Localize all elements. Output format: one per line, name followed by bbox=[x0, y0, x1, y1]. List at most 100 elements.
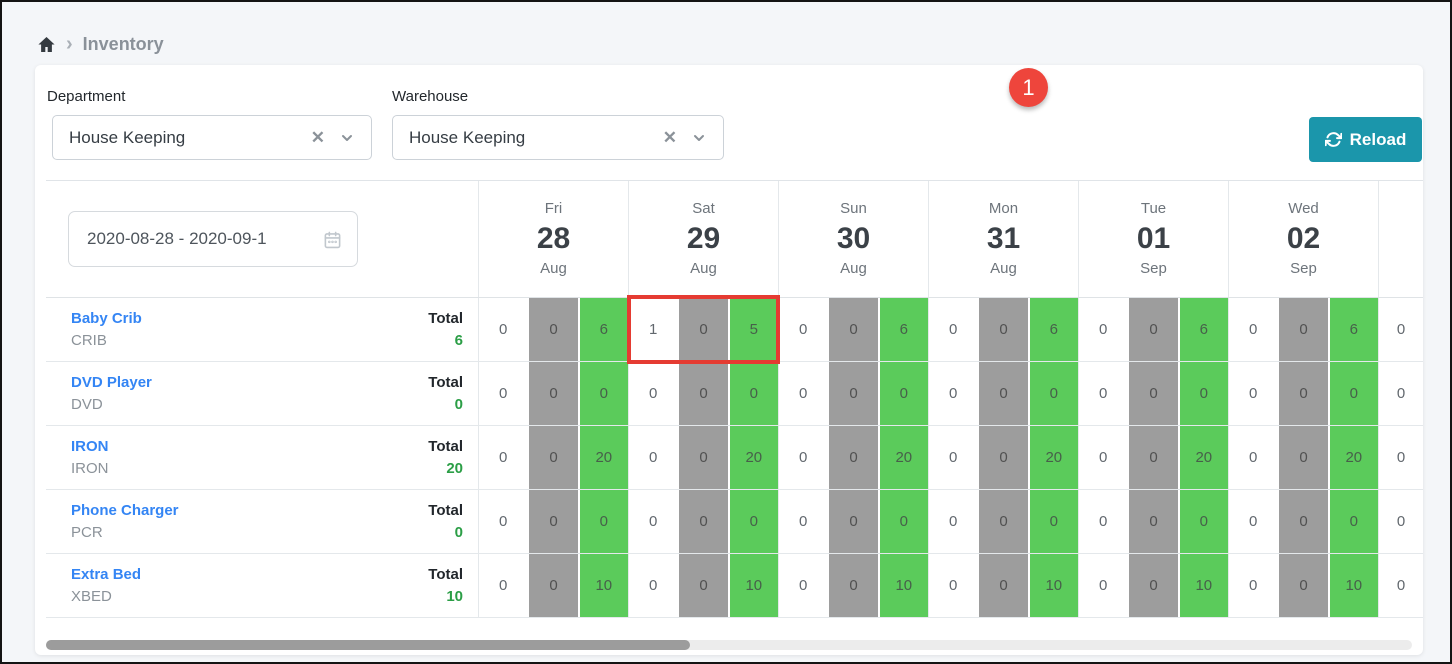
day-cell-group: 000 bbox=[629, 490, 779, 553]
horizontal-scrollbar-track[interactable] bbox=[46, 640, 1412, 650]
overflow-cell: 0 bbox=[1379, 362, 1423, 425]
horizontal-scrollbar-thumb[interactable] bbox=[46, 640, 690, 650]
day-cell-group: 0010 bbox=[1229, 554, 1379, 617]
day-header-month: Sep bbox=[1140, 258, 1167, 281]
clear-icon[interactable]: ✕ bbox=[649, 128, 691, 148]
day-cell-group: 0020 bbox=[929, 426, 1079, 489]
calendar-icon[interactable] bbox=[323, 230, 357, 249]
product-link[interactable]: Phone Charger bbox=[71, 502, 179, 519]
reload-button-label: Reload bbox=[1350, 130, 1407, 150]
breadcrumb-current: Inventory bbox=[83, 34, 164, 55]
warehouse-select[interactable]: House Keeping ✕ bbox=[392, 115, 724, 160]
inventory-cell-gray: 0 bbox=[827, 298, 877, 361]
day-header-number: 02 bbox=[1287, 220, 1320, 258]
chevron-down-icon[interactable] bbox=[339, 130, 371, 146]
inventory-cell: 0 bbox=[1079, 362, 1127, 425]
inventory-cell: 0 bbox=[1079, 426, 1127, 489]
product-total-block: Total0 bbox=[428, 502, 463, 541]
inventory-cell-gray: 0 bbox=[527, 426, 577, 489]
day-header-number: 01 bbox=[1137, 220, 1170, 258]
inventory-cell-green: 10 bbox=[1328, 554, 1378, 617]
product-cell: Phone ChargerPCRTotal0 bbox=[46, 490, 479, 553]
day-header-number: 29 bbox=[687, 220, 720, 258]
day-header: Tue01Sep bbox=[1079, 181, 1229, 297]
day-cell-group: 0010 bbox=[779, 554, 929, 617]
inventory-cell: 0 bbox=[929, 362, 977, 425]
inventory-cell: 0 bbox=[479, 426, 527, 489]
inventory-cell-green: 0 bbox=[1178, 362, 1228, 425]
inventory-cell-green: 20 bbox=[1178, 426, 1228, 489]
day-cell-group: 006 bbox=[1229, 298, 1379, 361]
inventory-cell: 0 bbox=[929, 298, 977, 361]
inventory-cell: 0 bbox=[479, 298, 527, 361]
inventory-cell-green: 6 bbox=[578, 298, 628, 361]
inventory-cell-green: 6 bbox=[1028, 298, 1078, 361]
table-row: DVD PlayerDVDTotal00000000000000000000 bbox=[46, 362, 1423, 426]
day-cell-group: 0010 bbox=[929, 554, 1079, 617]
day-cell-group: 105 bbox=[629, 298, 779, 361]
total-label: Total bbox=[428, 502, 463, 519]
inventory-cell-green: 6 bbox=[1178, 298, 1228, 361]
table-header-row: 2020-08-28 - 2020-09-1 Fri28AugSat29AugS… bbox=[46, 181, 1423, 298]
overflow-cell: 0 bbox=[1379, 426, 1423, 489]
inventory-cell-gray: 0 bbox=[977, 298, 1027, 361]
department-label: Department bbox=[47, 88, 125, 105]
product-cell: Baby Crib CRIB Total6 bbox=[46, 298, 479, 361]
inventory-cell-gray: 0 bbox=[977, 362, 1027, 425]
product-link[interactable]: IRON bbox=[71, 438, 109, 455]
inventory-cell-gray: 0 bbox=[1127, 362, 1177, 425]
day-header-name: Sun bbox=[840, 198, 867, 221]
day-header-month: Sep bbox=[1290, 258, 1317, 281]
inventory-cell-green: 10 bbox=[1028, 554, 1078, 617]
inventory-cell-gray: 0 bbox=[1277, 362, 1327, 425]
inventory-cell: 0 bbox=[1229, 362, 1277, 425]
inventory-cell-gray: 0 bbox=[677, 554, 727, 617]
inventory-page: › Inventory Department House Keeping ✕ W… bbox=[0, 0, 1452, 664]
chevron-down-icon[interactable] bbox=[691, 130, 723, 146]
product-total-block: Total6 bbox=[428, 310, 463, 349]
table-row: Baby CribCRIBTotal60061050060060060060 bbox=[46, 298, 1423, 362]
inventory-cell-green: 0 bbox=[1328, 490, 1378, 553]
inventory-cell: 1 bbox=[629, 298, 677, 361]
day-header-month: Aug bbox=[690, 258, 717, 281]
inventory-cell-green: 0 bbox=[728, 362, 778, 425]
inventory-cell: 0 bbox=[1229, 426, 1277, 489]
product-total-block: Total10 bbox=[428, 566, 463, 605]
inventory-cell-gray: 0 bbox=[827, 490, 877, 553]
inventory-cell-gray: 0 bbox=[527, 298, 577, 361]
day-cell-group: 000 bbox=[479, 362, 629, 425]
product-link[interactable]: Extra Bed bbox=[71, 566, 141, 583]
product-link[interactable]: DVD Player bbox=[71, 374, 152, 391]
date-range-input[interactable]: 2020-08-28 - 2020-09-1 bbox=[68, 211, 358, 267]
day-header-name: Sat bbox=[692, 198, 715, 221]
inventory-cell-gray: 0 bbox=[527, 554, 577, 617]
inventory-cell-green: 0 bbox=[878, 490, 928, 553]
product-cell: Extra BedXBEDTotal10 bbox=[46, 554, 479, 617]
product-cell: IRONIRONTotal20 bbox=[46, 426, 479, 489]
product-link[interactable]: Baby Crib bbox=[71, 310, 142, 327]
clear-icon[interactable]: ✕ bbox=[297, 128, 339, 148]
total-value: 20 bbox=[446, 460, 463, 477]
day-header-name: Fri bbox=[545, 198, 563, 221]
day-header-name: Tue bbox=[1141, 198, 1166, 221]
table-row: IRONIRONTotal200020002000200020002000200 bbox=[46, 426, 1423, 490]
day-cell-group: 000 bbox=[779, 362, 929, 425]
product-code: CRIB bbox=[71, 332, 142, 349]
inventory-cell: 0 bbox=[1229, 490, 1277, 553]
overflow-header-cell bbox=[1379, 181, 1423, 297]
department-select[interactable]: House Keeping ✕ bbox=[52, 115, 372, 160]
reload-button[interactable]: Reload bbox=[1309, 117, 1422, 162]
product-code: DVD bbox=[71, 396, 152, 413]
home-icon[interactable] bbox=[37, 35, 56, 54]
day-header: Sun30Aug bbox=[779, 181, 929, 297]
day-cell-group: 000 bbox=[1229, 490, 1379, 553]
inventory-cell-green: 0 bbox=[1028, 362, 1078, 425]
inventory-cell: 0 bbox=[1229, 298, 1277, 361]
inventory-cell: 0 bbox=[779, 362, 827, 425]
table-row: Extra BedXBEDTotal1000100010001000100010… bbox=[46, 554, 1423, 618]
inventory-cell-gray: 0 bbox=[1127, 298, 1177, 361]
inventory-cell: 0 bbox=[1079, 490, 1127, 553]
table-row: Phone ChargerPCRTotal0000000000000000000… bbox=[46, 490, 1423, 554]
day-cell-group: 000 bbox=[1079, 362, 1229, 425]
product-total-block: Total20 bbox=[428, 438, 463, 477]
